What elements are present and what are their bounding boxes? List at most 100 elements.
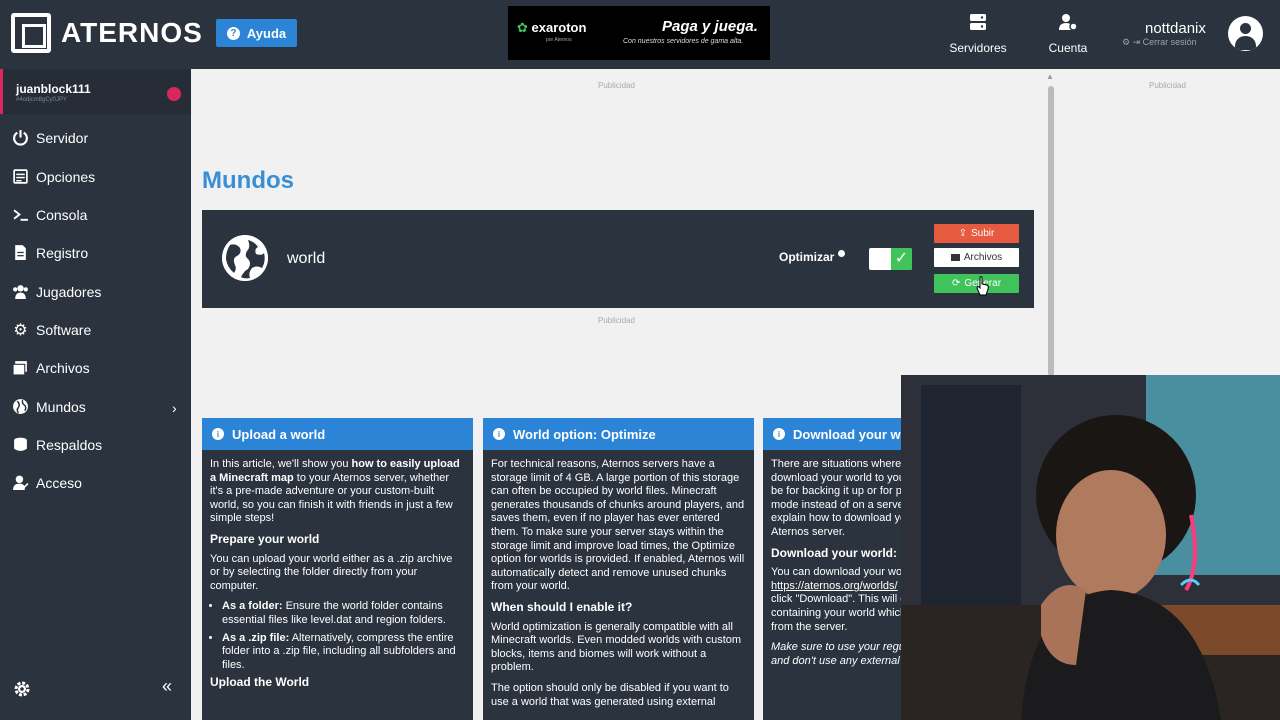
text-bold: As a folder: [222,600,283,613]
nav-account[interactable]: Cuenta [1045,12,1091,55]
right-ad-column: Publicidad [1056,69,1280,376]
worlds-link[interactable]: https://aternos.org/worlds/ [771,580,898,592]
card-subheading: Upload the World [210,675,310,690]
check-icon: ✓ [891,248,912,270]
info-circle-icon: i [212,428,224,440]
card-title: World option: Optimize [513,426,656,442]
ad-label-right: Publicidad [1149,81,1186,90]
logout-icon: ⇥ [1132,37,1141,47]
scroll-up-arrow-icon[interactable]: ▲ [1046,72,1054,81]
card-list: As a folder: Ensure the world folder con… [222,600,465,672]
sidebar-item-label: Archivos [36,359,90,376]
settings-small-icon: ⚙ [1122,37,1131,47]
webcam-overlay [901,375,1280,720]
card-subheading: Prepare your world [210,531,320,546]
server-name: juanblock111 [16,82,91,96]
folder-icon [950,254,960,261]
card-paragraph: The option should only be disabled if yo… [491,681,729,708]
backups-icon [14,437,27,451]
info-circle-icon: i [493,428,505,440]
sidebar-item-label: Consola [36,206,88,223]
text: In this article, we'll show you [210,458,352,470]
card-paragraph: For technical reasons, Aternos servers h… [491,458,745,593]
logo-mark-icon [11,13,51,53]
ad-brand: ✿ exaroton [517,20,586,36]
info-circle-icon: i [773,428,785,440]
upload-icon: ⇪ [958,228,968,239]
text-bold: As a .zip file: [222,631,290,644]
refresh-icon: ⟳ [951,278,961,289]
upload-button[interactable]: ⇪ Subir [934,224,1019,243]
sidebar-item-software[interactable]: ⚙ Software [12,321,92,339]
nav-servers-label: Servidores [949,41,1007,55]
world-row: world Optimizar ✓ ⇪ Subir Archivos ⟳ Gen… [202,210,1034,308]
card-body: In this article, we'll show you how to e… [202,450,473,704]
software-icon: ⚙ [13,321,28,339]
sidebar-item-label: Jugadores [36,283,102,300]
sidebar-item-servidor[interactable]: Servidor [12,129,88,146]
sidebar-item-archivos[interactable]: Archivos [12,359,90,376]
sidebar-item-label: Mundos [36,398,86,415]
exaroton-logo-icon: ✿ [517,20,528,35]
files-button[interactable]: Archivos [934,248,1019,267]
files-icon [12,361,27,376]
ad-label-middle: Publicidad [598,316,635,325]
logo-text: ATERNOS [61,17,203,48]
sidebar-item-registro[interactable]: Registro [12,244,88,261]
ad-subtext: Con nuestros servidores de gama alta. [623,38,744,45]
ad-headline: Paga y juega. [662,18,758,35]
nav-account-label: Cuenta [1048,41,1088,55]
sidebar-item-label: Respaldos [36,436,103,453]
ad-brand-sub: por Aternos [546,37,572,43]
optimize-label: Optimizar [779,250,835,264]
page-title: Mundos [202,167,294,194]
sidebar-item-label: Software [36,321,92,338]
ad-brand-name: exaroton [531,20,587,35]
collapse-sidebar-icon[interactable]: « [162,676,172,697]
card-paragraph: In this article, we'll show you how to e… [210,458,465,526]
sidebar-item-respaldos[interactable]: Respaldos [12,436,102,453]
world-globe-icon [222,235,268,281]
sidebar-item-label: Registro [36,244,89,261]
ad-banner[interactable]: ✿ exaroton por Aternos Paga y juega. Con… [508,6,770,60]
servers-icon [970,14,986,30]
card-header[interactable]: i World option: Optimize [483,418,754,450]
help-button[interactable]: ? Ayuda [216,19,297,47]
avatar[interactable] [1228,16,1263,51]
scrollbar-thumb[interactable] [1048,86,1054,376]
globe-icon [13,399,28,414]
server-card[interactable]: juanblock111 #4odjcm8gCy0JPY [0,69,191,114]
log-icon [15,245,26,260]
card-body: For technical reasons, Aternos servers h… [483,450,754,720]
settings-gear-icon[interactable] [12,679,32,699]
access-icon [13,475,29,490]
help-label: Ayuda [246,25,287,41]
server-status-indicator [167,87,181,101]
sidebar: juanblock111 #4odjcm8gCy0JPY Servidor Op… [0,69,191,720]
card-header[interactable]: i Upload a world [202,418,473,450]
sidebar-item-acceso[interactable]: Acceso [12,474,82,491]
upload-label: Subir [971,228,995,239]
sidebar-item-jugadores[interactable]: Jugadores [12,283,101,300]
mouse-cursor-icon [976,276,989,296]
sidebar-item-label: Acceso [36,474,82,491]
card-paragraph: You can upload your world either as a .z… [210,552,453,592]
nav-servers[interactable]: Servidores [948,12,1008,55]
logout-link[interactable]: ⚙ ⇥ Cerrar sesión [1122,37,1197,48]
power-icon [13,130,28,146]
files-label: Archivos [963,252,1003,263]
aternos-logo[interactable]: ATERNOS [11,13,203,53]
sidebar-item-consola[interactable]: Consola [12,206,87,223]
sidebar-item-label: Opciones [36,168,96,185]
ad-label-top: Publicidad [598,81,635,90]
info-icon[interactable] [838,250,845,257]
options-icon [13,169,28,184]
sidebar-item-mundos[interactable]: Mundos [12,398,86,415]
list-item: As a folder: Ensure the world folder con… [222,600,465,627]
question-icon: ? [226,26,240,40]
username[interactable]: nottdanix [1145,20,1206,37]
world-name: world [287,250,326,267]
optimize-toggle[interactable]: ✓ [869,248,912,270]
webcam-person-image [901,375,1280,720]
sidebar-item-opciones[interactable]: Opciones [12,168,95,185]
